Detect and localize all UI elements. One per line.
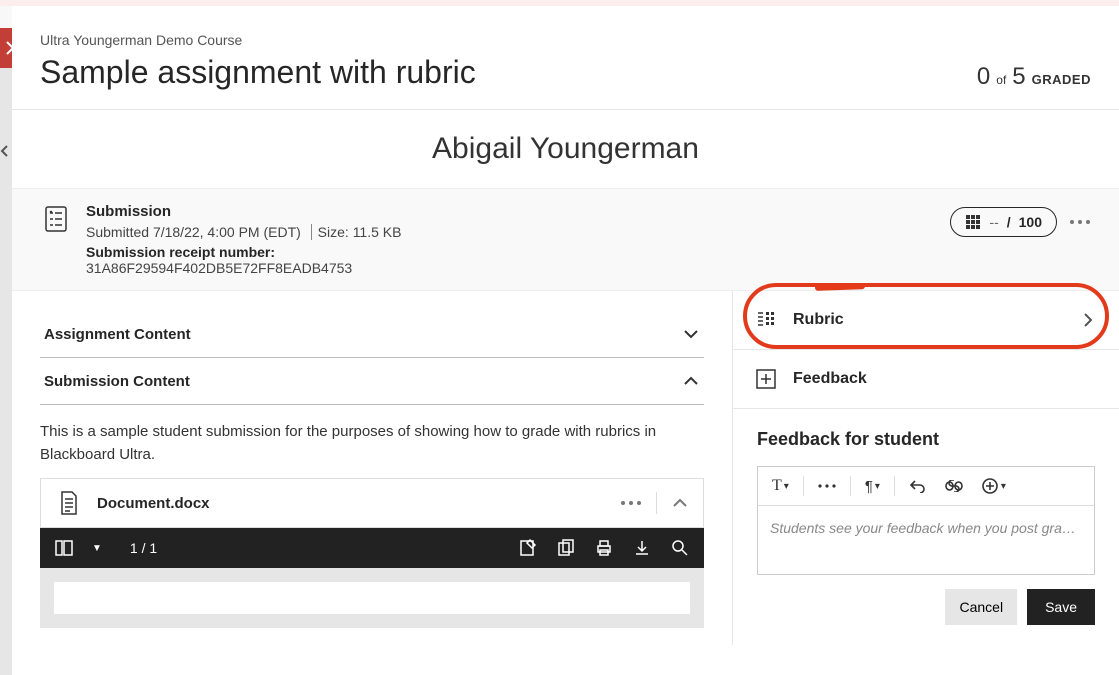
document-more-button[interactable]	[620, 500, 642, 506]
receipt-number: 31A86F29594F402DB5E72FF8EADB4753	[86, 260, 401, 276]
viewer-copy-button[interactable]	[556, 538, 576, 558]
submission-info-bar: Submission Submitted 7/18/22, 4:00 PM (E…	[12, 188, 1119, 291]
save-button[interactable]: Save	[1027, 589, 1095, 625]
chevron-down-icon	[682, 325, 700, 343]
rubric-label: Rubric	[793, 311, 844, 329]
expand-rail-button[interactable]	[0, 144, 12, 158]
plus-square-icon	[755, 368, 777, 390]
rubric-icon	[755, 309, 777, 331]
viewer-edit-button[interactable]	[518, 538, 538, 558]
editor-more-button[interactable]	[812, 480, 842, 492]
assignment-title: Sample assignment with rubric	[40, 54, 476, 91]
submission-content-label: Submission Content	[44, 373, 190, 390]
submission-more-button[interactable]	[1069, 219, 1091, 225]
submission-text: This is a sample student submission for …	[40, 405, 704, 478]
editor-insert-button[interactable]: ▾	[975, 473, 1012, 499]
viewer-print-button[interactable]	[594, 538, 614, 558]
grade-current: --	[989, 214, 998, 230]
grade-max: 100	[1019, 214, 1042, 230]
editor-text-style-button[interactable]: T▾	[766, 473, 795, 499]
chevron-up-icon	[671, 494, 689, 512]
assignment-content-label: Assignment Content	[44, 326, 191, 343]
submission-content-toggle[interactable]: Submission Content	[40, 358, 704, 405]
graded-current: 0	[977, 63, 990, 91]
feedback-editor: T▾ ¶▾ ▾ Students see your feedback when …	[757, 466, 1095, 575]
viewer-body	[40, 568, 704, 628]
graded-label: GRADED	[1032, 72, 1091, 87]
receipt-label: Submission receipt number:	[86, 244, 401, 260]
size-prefix: Size:	[318, 224, 349, 240]
rubric-grid-icon	[965, 214, 981, 230]
viewer-sidebar-toggle[interactable]	[54, 538, 74, 558]
rubric-panel-toggle[interactable]: Rubric	[733, 291, 1119, 350]
viewer-sidebar-dropdown[interactable]: ▼	[92, 543, 102, 554]
submission-size: 11.5 KB	[353, 224, 402, 240]
feedback-panel-toggle[interactable]: Feedback	[733, 350, 1119, 409]
document-filename: Document.docx	[97, 495, 606, 512]
viewer-page	[54, 582, 690, 614]
cancel-button[interactable]: Cancel	[945, 589, 1017, 625]
viewer-search-button[interactable]	[670, 538, 690, 558]
document-bar: Document.docx	[40, 478, 704, 528]
left-rail	[0, 68, 12, 675]
grade-sep: /	[1007, 214, 1011, 230]
feedback-label: Feedback	[793, 370, 867, 388]
course-name: Ultra Youngerman Demo Course	[40, 32, 476, 48]
editor-undo-button[interactable]	[903, 475, 933, 497]
document-collapse-button[interactable]	[671, 494, 689, 512]
viewer-toolbar: ▼ 1 / 1	[40, 528, 704, 568]
feedback-textarea[interactable]: Students see your feedback when you post…	[758, 506, 1094, 574]
chevron-right-icon	[1079, 311, 1097, 329]
submitted-timestamp: 7/18/22, 4:00 PM (EDT)	[153, 224, 301, 240]
student-name: Abigail Youngerman	[12, 110, 1119, 188]
viewer-download-button[interactable]	[632, 538, 652, 558]
assignment-content-toggle[interactable]: Assignment Content	[40, 311, 704, 358]
submission-icon	[40, 203, 72, 276]
chevron-up-icon	[682, 372, 700, 390]
editor-paragraph-button[interactable]: ¶▾	[859, 474, 886, 499]
grade-pill[interactable]: -- / 100	[950, 207, 1057, 237]
feedback-title: Feedback for student	[757, 429, 1095, 450]
page-indicator: 1 / 1	[120, 540, 500, 556]
submission-label: Submission	[86, 203, 401, 220]
editor-link-button[interactable]	[939, 476, 969, 496]
graded-total: 5	[1012, 63, 1025, 91]
assignment-header: Ultra Youngerman Demo Course Sample assi…	[12, 6, 1119, 110]
graded-counter: 0 of 5 GRADED	[977, 63, 1091, 91]
submitted-prefix: Submitted	[86, 224, 149, 240]
graded-of: of	[996, 73, 1006, 87]
document-icon	[55, 489, 83, 517]
